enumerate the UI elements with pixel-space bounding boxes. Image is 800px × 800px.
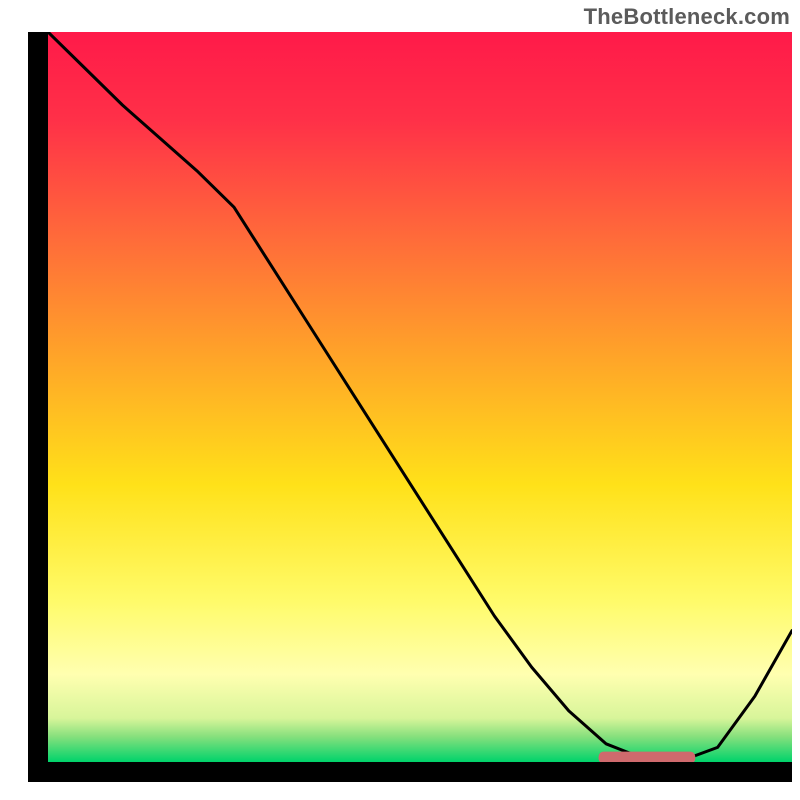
chart-container: TheBottleneck.com — [0, 0, 800, 800]
gradient-background — [48, 32, 792, 762]
bottleneck-chart — [0, 0, 800, 800]
optimal-marker — [599, 752, 696, 764]
watermark-text: TheBottleneck.com — [584, 4, 790, 30]
